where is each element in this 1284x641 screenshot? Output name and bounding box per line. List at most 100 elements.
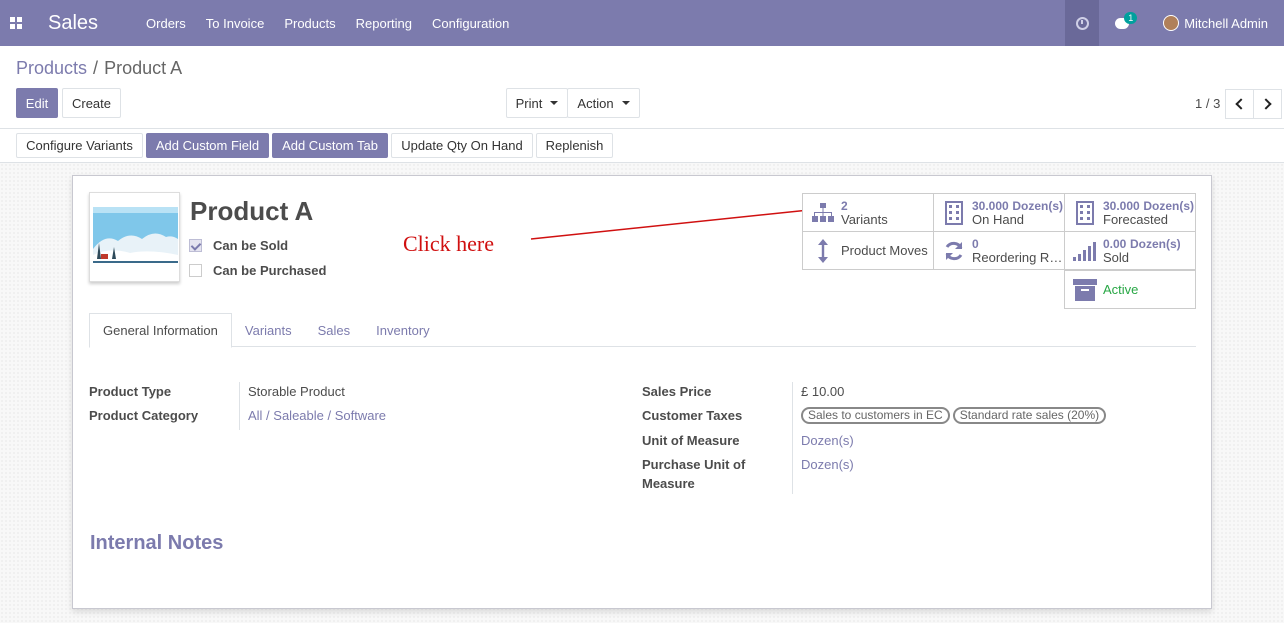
sold-smart-button[interactable]: 0.00 Dozen(s) Sold <box>1064 231 1196 270</box>
on-hand-value: 30.000 <box>972 198 1009 213</box>
product-form-sheet: Product A Can be Sold Can be Purchased C… <box>72 175 1212 609</box>
variants-smart-button[interactable]: 2 Variants <box>802 193 934 232</box>
pager-next-button[interactable] <box>1253 89 1282 119</box>
product-type-label: Product Type <box>89 384 172 399</box>
can-be-sold-checkbox[interactable] <box>189 239 202 252</box>
on-hand-smart-button[interactable]: 30.000 Dozen(s) On Hand <box>933 193 1065 232</box>
pager-value: 1 / 3 <box>1195 96 1221 111</box>
product-category-link[interactable]: All / Saleable / Software <box>248 408 386 423</box>
archive-icon <box>1071 278 1099 301</box>
product-type-value[interactable]: Storable Product <box>248 384 345 399</box>
chat-icon[interactable]: 1 <box>1099 0 1145 46</box>
caret-down-icon <box>550 101 559 105</box>
tab-general-information[interactable]: General Information <box>89 313 232 348</box>
product-moves-smart-button[interactable]: Product Moves <box>802 231 934 270</box>
form-tabs: General Information Variants Sales Inven… <box>89 313 1196 348</box>
building-icon <box>1071 200 1099 225</box>
add-custom-tab-button[interactable]: Add Custom Tab <box>272 133 388 158</box>
user-menu[interactable]: Mitchell Admin <box>1163 15 1268 31</box>
user-avatar <box>1163 15 1180 31</box>
tab-inventory[interactable]: Inventory <box>363 313 442 347</box>
sitemap-icon <box>809 202 837 223</box>
right-field-divider <box>792 382 793 494</box>
internal-notes-heading: Internal Notes <box>90 532 224 554</box>
reordering-value: 0 <box>972 236 979 251</box>
action-dropdown[interactable]: Action <box>567 88 640 118</box>
sold-unit: Dozen(s) <box>1129 236 1181 251</box>
activity-clock-icon[interactable] <box>1065 0 1100 46</box>
tax-tag[interactable]: Standard rate sales (20%) <box>952 407 1107 424</box>
configure-variants-button[interactable]: Configure Variants <box>16 133 143 158</box>
purchase-uom-label-line2: Measure <box>642 476 695 491</box>
active-label: Active <box>1103 281 1139 297</box>
sales-price-label: Sales Price <box>642 384 712 399</box>
active-smart-button[interactable]: Active <box>1064 270 1196 309</box>
forecasted-unit: Dozen(s) <box>1143 198 1194 213</box>
vertical-arrows-icon <box>809 238 837 263</box>
product-name[interactable]: Product A <box>190 196 313 227</box>
print-label: Print <box>515 95 543 111</box>
breadcrumb-products[interactable]: Products <box>16 58 87 79</box>
signal-bars-icon <box>1071 241 1099 261</box>
chevron-right-icon <box>1260 98 1272 110</box>
purchase-uom-label-line1: Purchase Unit of <box>642 457 746 472</box>
control-panel-divider <box>0 128 1284 129</box>
print-dropdown[interactable]: Print <box>506 88 568 118</box>
forecasted-smart-button[interactable]: 30.000 Dozen(s) Forecasted <box>1064 193 1196 232</box>
purchase-uom-label: Purchase Unit of Measure <box>642 455 745 493</box>
tab-sales[interactable]: Sales <box>305 313 364 347</box>
replenish-button[interactable]: Replenish <box>536 133 613 158</box>
sold-value: 0.00 <box>1103 236 1127 251</box>
reordering-rules-smart-button[interactable]: 0 Reordering Rules <box>933 231 1065 270</box>
user-name: Mitchell Admin <box>1184 15 1268 31</box>
customer-taxes-label: Customer Taxes <box>642 408 743 423</box>
on-hand-label: On Hand <box>972 211 1025 227</box>
update-qty-button[interactable]: Update Qty On Hand <box>391 133 533 158</box>
variants-label: Variants <box>841 211 888 227</box>
create-button[interactable]: Create <box>62 88 121 118</box>
click-here-annotation: Click here <box>403 231 495 256</box>
customer-taxes-tags: Sales to customers in EC Standard rate sa… <box>801 407 1109 424</box>
refresh-icon <box>940 240 968 262</box>
uom-link[interactable]: Dozen(s) <box>801 433 854 448</box>
tab-variants[interactable]: Variants <box>232 313 305 347</box>
menu-configuration[interactable]: Configuration <box>432 16 509 31</box>
breadcrumb: Products / Product A <box>16 58 182 79</box>
action-label: Action <box>577 95 614 111</box>
breadcrumb-current: Product A <box>104 58 183 78</box>
left-field-divider <box>239 382 240 430</box>
pager-previous-button[interactable] <box>1225 89 1254 119</box>
can-be-sold-row: Can be Sold <box>189 238 288 253</box>
breadcrumb-separator: / <box>93 58 99 78</box>
can-be-purchased-label: Can be Purchased <box>213 263 327 278</box>
chevron-left-icon <box>1235 98 1247 110</box>
on-hand-unit: Dozen(s) <box>1012 198 1063 213</box>
app-title[interactable]: Sales <box>48 12 98 35</box>
forecasted-value: 30.000 <box>1103 198 1140 213</box>
can-be-purchased-checkbox[interactable] <box>189 264 202 277</box>
menu-reporting[interactable]: Reporting <box>356 16 412 31</box>
product-category-label: Product Category <box>89 408 199 423</box>
sales-price-value[interactable]: £ 10.00 <box>801 384 844 399</box>
tax-tag[interactable]: Sales to customers in EC <box>801 407 950 424</box>
menu-orders[interactable]: Orders <box>146 16 186 31</box>
menu-to-invoice[interactable]: To Invoice <box>206 16 265 31</box>
forecasted-label: Forecasted <box>1103 211 1169 227</box>
building-icon <box>940 200 968 225</box>
top-navbar: Sales Orders To Invoice Products Reporti… <box>0 0 1284 46</box>
product-image[interactable] <box>89 192 180 282</box>
uom-label: Unit of Measure <box>642 433 740 448</box>
sold-label: Sold <box>1103 249 1130 265</box>
chat-count-badge: 1 <box>1124 12 1138 24</box>
add-custom-field-button[interactable]: Add Custom Field <box>146 133 269 158</box>
can-be-sold-label: Can be Sold <box>213 238 289 253</box>
edit-button[interactable]: Edit <box>16 88 58 118</box>
annotation-arrow <box>530 205 817 240</box>
purchase-uom-link[interactable]: Dozen(s) <box>801 457 854 472</box>
can-be-purchased-row: Can be Purchased <box>189 263 326 278</box>
menu-products[interactable]: Products <box>284 16 335 31</box>
caret-down-icon <box>621 101 630 105</box>
product-moves-label: Product Moves <box>841 242 928 258</box>
reordering-label: Reordering Rules <box>972 250 1064 265</box>
apps-menu-icon[interactable] <box>0 0 32 46</box>
